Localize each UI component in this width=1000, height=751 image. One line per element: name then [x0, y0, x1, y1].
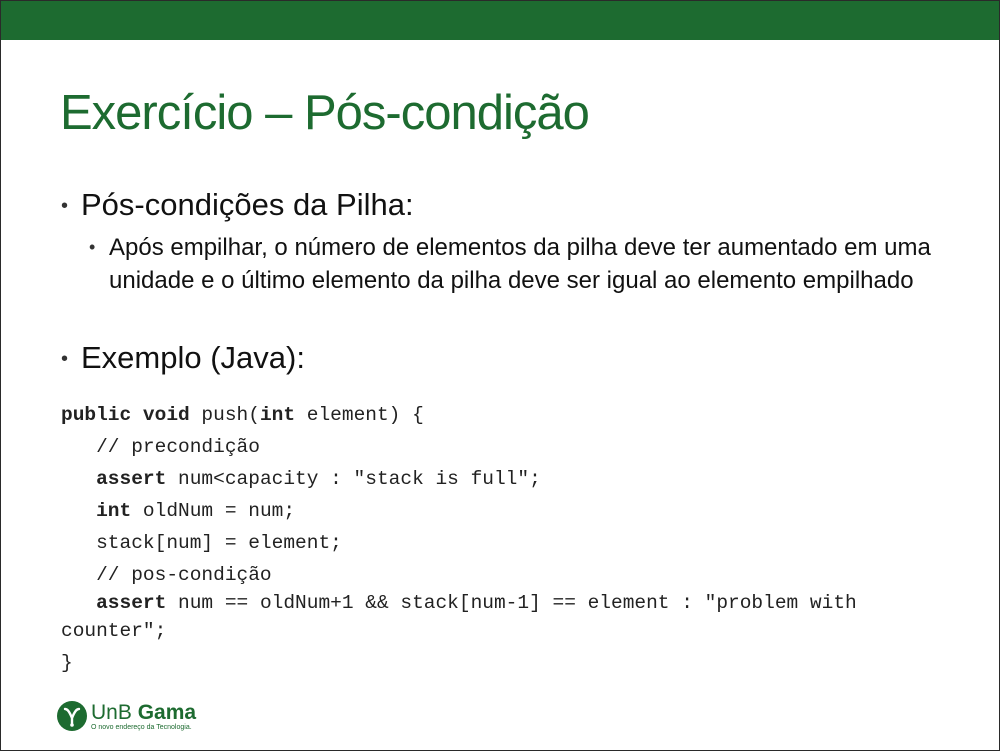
bullet-text: Pós-condições da Pilha:: [81, 187, 414, 222]
code-line: // precondição: [61, 436, 260, 458]
unb-gama-logo: UnB Gama O novo endereço da Tecnologia.: [57, 701, 196, 731]
sub-bullet-description: • Após empilhar, o número de elementos d…: [89, 231, 969, 297]
code-line: }: [61, 652, 73, 674]
code-line: assert num<capacity : "stack is full";: [61, 463, 857, 495]
bullet-example: • Exemplo (Java):: [61, 340, 305, 376]
logo-tagline: O novo endereço da Tecnologia.: [91, 723, 192, 731]
code-keyword: public void: [61, 404, 190, 426]
code-line: // pos-condição: [61, 564, 272, 586]
code-keyword: int: [96, 500, 132, 522]
code-line: assert num == oldNum+1 && stack[num-1] =…: [61, 591, 857, 615]
logo-name: UnB Gama: [91, 700, 197, 724]
bullet-text: Exemplo (Java):: [81, 340, 305, 375]
code-line: public void push(int element) {: [61, 399, 857, 431]
code-text: num<capacity : "stack is full";: [166, 468, 541, 490]
code-line: counter";: [61, 620, 167, 642]
bullet-dot-icon: •: [89, 237, 96, 257]
code-line: stack[num] = element;: [61, 532, 342, 554]
code-line: int oldNum = num;: [61, 495, 857, 527]
slide: Exercício – Pós-condição • Pós-condições…: [0, 0, 1000, 751]
code-text: push(: [189, 404, 260, 426]
bullet-postconditions: • Pós-condições da Pilha:: [61, 187, 414, 223]
code-text: oldNum = num;: [131, 500, 296, 522]
bullet-dot-icon: •: [61, 195, 69, 217]
slide-title: Exercício – Pós-condição: [60, 86, 590, 140]
code-block: public void push(int element) { // preco…: [61, 399, 857, 679]
code-keyword: assert: [96, 468, 167, 490]
header-band: [1, 1, 999, 40]
bullet-dot-icon: •: [61, 348, 69, 370]
code-text: element) {: [295, 404, 424, 426]
code-text: num == oldNum+1 && stack[num-1] == eleme…: [166, 592, 857, 614]
logo-text: UnB Gama O novo endereço da Tecnologia.: [91, 702, 196, 731]
code-keyword: assert: [96, 592, 167, 614]
gamma-logo-icon: [57, 701, 87, 731]
sub-bullet-text: Após empilhar, o número de elementos da …: [109, 234, 931, 294]
code-keyword: int: [259, 404, 296, 426]
